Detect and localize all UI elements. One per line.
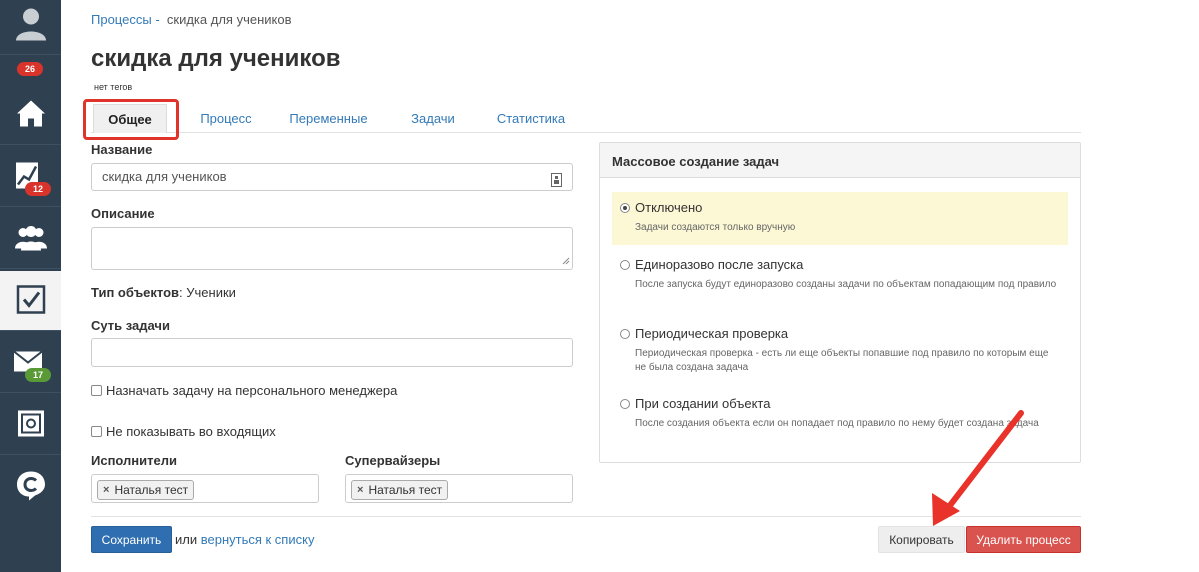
- radio-once-after-launch[interactable]: [620, 259, 630, 270]
- tab-variables[interactable]: Переменные: [286, 104, 371, 133]
- tags-label[interactable]: нет тегов: [94, 82, 132, 92]
- breadcrumb: Процессы - скидка для учеников: [91, 12, 291, 27]
- mail-notification-badge: 17: [25, 368, 51, 382]
- radio-periodic-check[interactable]: [620, 328, 630, 339]
- user-avatar-icon: [13, 5, 49, 44]
- sidebar-profile[interactable]: [0, 0, 61, 55]
- assign-manager-row[interactable]: Назначать задачу на персонального менедж…: [91, 383, 397, 398]
- description-textarea[interactable]: [91, 227, 573, 270]
- sidebar-item-mail[interactable]: 17: [0, 333, 61, 393]
- sidebar-item-safe[interactable]: [0, 395, 61, 455]
- radio-disabled[interactable]: [620, 202, 630, 213]
- breadcrumb-processes-link[interactable]: Процессы: [91, 12, 152, 27]
- radio-on-object-create[interactable]: [620, 398, 630, 409]
- sidebar-item-users[interactable]: [0, 209, 61, 269]
- assign-manager-label: Назначать задачу на персонального менедж…: [106, 383, 398, 398]
- executors-input[interactable]: × Наталья тест: [91, 474, 319, 503]
- sidebar-item-tasks[interactable]: [0, 271, 61, 331]
- tab-process[interactable]: Процесс: [191, 104, 261, 133]
- object-type-row: Тип объектов: Ученики: [91, 285, 236, 300]
- option-disabled-desc: Задачи создаются только вручную: [635, 222, 796, 233]
- object-type-value: : Ученики: [179, 285, 236, 300]
- option-disabled-title: Отключено: [635, 200, 703, 215]
- panel-title: Массовое создание задач: [600, 143, 1080, 178]
- name-label: Название: [91, 142, 153, 157]
- chat-bubble-icon: [15, 470, 47, 505]
- name-input[interactable]: скидка для учеников: [91, 163, 573, 191]
- contact-card-icon: [551, 170, 562, 196]
- remove-token-icon[interactable]: ×: [357, 484, 363, 496]
- option-periodic-title: Периодическая проверка: [635, 326, 789, 341]
- hide-inbox-label: Не показывать во входящих: [106, 424, 276, 439]
- back-to-list-link[interactable]: вернуться к списку: [201, 532, 315, 547]
- name-input-value: скидка для учеников: [102, 169, 227, 184]
- footer-divider: [91, 516, 1081, 517]
- remove-token-icon[interactable]: ×: [103, 484, 109, 496]
- option-create-desc: После создания объекта если он попадает …: [635, 418, 1039, 429]
- save-button[interactable]: Сохранить: [91, 526, 172, 553]
- option-on-object-create[interactable]: При создании объекта После создания объе…: [612, 388, 1068, 436]
- tab-tasks[interactable]: Задачи: [403, 104, 463, 133]
- or-text: или: [175, 532, 198, 547]
- copy-button[interactable]: Копировать: [878, 526, 965, 553]
- resize-handle-icon[interactable]: [562, 253, 570, 268]
- back-row: или вернуться к списку: [175, 532, 314, 547]
- supervisor-token-label: Наталья тест: [368, 483, 443, 497]
- description-label: Описание: [91, 206, 155, 221]
- tab-statistics[interactable]: Статистика: [491, 104, 571, 133]
- sidebar: 26 12 17: [0, 0, 61, 572]
- tab-highlight-frame: [83, 99, 179, 140]
- object-type-label: Тип объектов: [91, 285, 180, 300]
- executors-label: Исполнители: [91, 453, 177, 468]
- tabs-bar: Общее Процесс Переменные Задачи Статисти…: [91, 104, 1081, 133]
- option-once-title: Единоразово после запуска: [635, 257, 804, 272]
- page-title: скидка для учеников: [91, 45, 341, 72]
- breadcrumb-current: скидка для учеников: [166, 12, 292, 27]
- option-periodic-desc: Периодическая проверка - есть ли еще объ…: [635, 348, 1049, 373]
- users-group-icon: [14, 224, 48, 253]
- option-disabled[interactable]: Отключено Задачи создаются только вручну…: [612, 192, 1068, 245]
- delete-process-button[interactable]: Удалить процесс: [966, 526, 1081, 553]
- safe-icon: [16, 408, 46, 441]
- sidebar-item-analytics[interactable]: 12: [0, 147, 61, 207]
- hide-inbox-checkbox[interactable]: [91, 426, 102, 437]
- option-once-desc: После запуска будут единоразово созданы …: [635, 279, 1057, 290]
- profile-notification-badge: 26: [17, 62, 43, 76]
- task-essence-label: Суть задачи: [91, 318, 170, 333]
- executor-token: × Наталья тест: [97, 480, 195, 500]
- assign-manager-checkbox[interactable]: [91, 385, 102, 396]
- option-create-title: При создании объекта: [635, 396, 771, 411]
- supervisors-input[interactable]: × Наталья тест: [345, 474, 573, 503]
- home-icon: [15, 97, 47, 132]
- main-content: Процессы - скидка для учеников скидка дл…: [61, 0, 1199, 572]
- task-essence-input[interactable]: [91, 338, 573, 367]
- checkbox-icon: [16, 284, 46, 317]
- sidebar-item-home[interactable]: [0, 85, 61, 145]
- breadcrumb-separator: -: [155, 12, 160, 27]
- supervisor-token: × Наталья тест: [351, 480, 449, 500]
- executor-token-label: Наталья тест: [114, 483, 189, 497]
- option-periodic-check[interactable]: Периодическая проверка Периодическая про…: [612, 318, 1068, 380]
- hide-inbox-row[interactable]: Не показывать во входящих: [91, 424, 276, 439]
- supervisors-label: Супервайзеры: [345, 453, 441, 468]
- mass-task-creation-panel: Массовое создание задач Отключено Задачи…: [599, 142, 1081, 463]
- sidebar-item-chat[interactable]: [0, 457, 61, 517]
- analytics-notification-badge: 12: [25, 182, 51, 196]
- option-once-after-launch[interactable]: Единоразово после запуска После запуска …: [612, 249, 1068, 311]
